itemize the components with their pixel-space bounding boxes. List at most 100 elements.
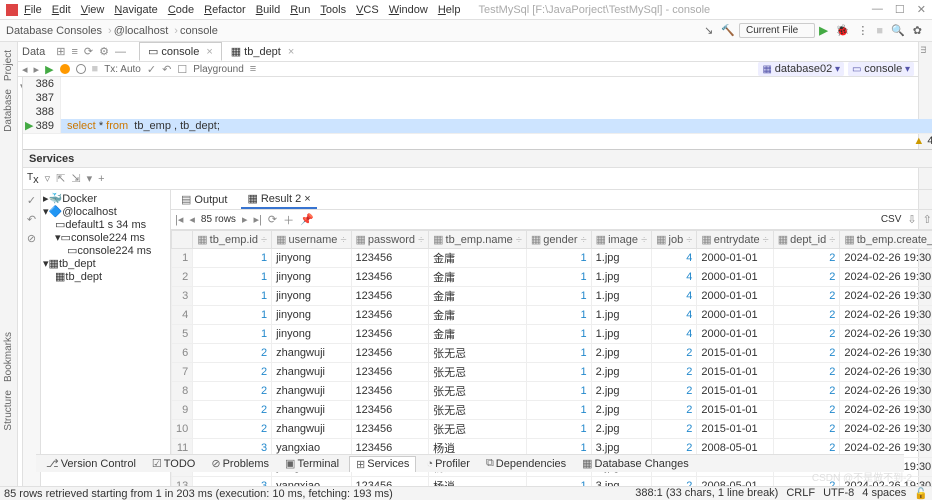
- dot-icon[interactable]: [60, 64, 70, 74]
- reload-icon[interactable]: ⟳: [268, 213, 277, 226]
- lock-icon[interactable]: 🔓: [914, 487, 928, 500]
- hammer-icon[interactable]: ↘: [704, 24, 713, 37]
- close-icon[interactable]: ×: [288, 46, 294, 58]
- run-icon[interactable]: ▶: [819, 24, 827, 37]
- menu-window[interactable]: Window: [389, 4, 428, 16]
- debug-icon[interactable]: 🐞: [836, 24, 850, 37]
- menu-vcs[interactable]: VCS: [356, 4, 379, 16]
- collapse-icon[interactable]: ⇲: [71, 172, 80, 185]
- tab-result[interactable]: ▦ Result 2 ×: [241, 190, 316, 209]
- tree-default[interactable]: ▭default1 s 34 ms: [43, 218, 168, 231]
- new-icon[interactable]: ⊞: [56, 45, 65, 58]
- table-row[interactable]: 11jinyong123456金庸11.jpg42000-01-0122024-…: [172, 249, 932, 268]
- minimize-button[interactable]: —: [872, 3, 883, 16]
- tree-icon[interactable]: ▾: [87, 172, 93, 185]
- filter-icon[interactable]: ▿: [45, 172, 51, 185]
- menu-file[interactable]: File: [24, 4, 42, 16]
- search-icon[interactable]: 🔍: [891, 24, 905, 37]
- table-row[interactable]: 51jinyong123456金庸11.jpg42000-01-0122024-…: [172, 325, 932, 344]
- tree-tbdept[interactable]: ▦tb_dept: [43, 270, 168, 283]
- rollback-icon[interactable]: ↶: [27, 213, 36, 226]
- menu-navigate[interactable]: Navigate: [114, 4, 157, 16]
- project-tab[interactable]: Project: [3, 50, 14, 81]
- commit-icon[interactable]: ✓: [147, 63, 156, 76]
- tab-console[interactable]: ▭console×: [139, 42, 222, 61]
- table-row[interactable]: 62zhangwuji123456张无忌12.jpg22015-01-01220…: [172, 344, 932, 363]
- table-row[interactable]: 82zhangwuji123456张无忌12.jpg22015-01-01220…: [172, 382, 932, 401]
- col-header[interactable]: ▦password ÷: [351, 231, 429, 249]
- cancel-icon[interactable]: ⊘: [27, 232, 36, 245]
- bookmarks-tab[interactable]: Bookmarks: [3, 332, 14, 382]
- more-icon[interactable]: ⋮: [857, 24, 868, 37]
- back-icon[interactable]: ◂: [22, 63, 28, 76]
- export-icon[interactable]: ⇩: [907, 213, 916, 226]
- database-tab[interactable]: Database: [3, 89, 14, 132]
- cursor-pos[interactable]: 388:1 (33 chars, 1 line break): [635, 487, 778, 500]
- pin-icon[interactable]: 📌: [300, 213, 314, 226]
- schema-badge[interactable]: ▦ database02 ▾: [758, 62, 844, 76]
- table-row[interactable]: 72zhangwuji123456张无忌12.jpg22015-01-01220…: [172, 363, 932, 382]
- first-icon[interactable]: |◂: [175, 213, 183, 226]
- tree-console[interactable]: ▾▭console224 ms: [43, 231, 168, 244]
- col-header[interactable]: ▦tb_emp.name ÷: [429, 231, 527, 249]
- menu-tools[interactable]: Tools: [320, 4, 346, 16]
- tab-output[interactable]: ▤ Output: [175, 191, 233, 208]
- playground-select[interactable]: Playground: [193, 64, 244, 75]
- tree-tbdept[interactable]: ▾▦tb_dept: [43, 257, 168, 270]
- tab-deps[interactable]: ⧉ Dependencies: [480, 456, 572, 471]
- tree-console-active[interactable]: ▭console224 ms: [43, 244, 168, 257]
- tab-dbchanges[interactable]: ▦ Database Changes: [576, 456, 695, 471]
- breadcrumb[interactable]: Database Consoles: [6, 25, 102, 37]
- refresh-icon[interactable]: ⟳: [84, 45, 93, 58]
- add-row-icon[interactable]: ＋: [283, 212, 294, 228]
- menu-edit[interactable]: Edit: [52, 4, 71, 16]
- prev-icon[interactable]: ◂: [189, 213, 195, 226]
- import-icon[interactable]: ⇧: [923, 213, 932, 226]
- tab-services[interactable]: ⊞ Services: [349, 456, 416, 472]
- stop-icon[interactable]: ■: [876, 25, 883, 37]
- session-badge[interactable]: ▭ console ▾: [848, 62, 914, 76]
- last-icon[interactable]: ▸|: [253, 213, 261, 226]
- sql-editor[interactable]: select * from tb_emp , tb_dept;: [61, 77, 932, 133]
- settings-icon[interactable]: ✿: [913, 24, 922, 37]
- tab-terminal[interactable]: ▣ Terminal: [279, 456, 345, 471]
- menu-view[interactable]: View: [81, 4, 105, 16]
- stop-icon[interactable]: ■: [92, 63, 99, 75]
- filter-icon[interactable]: ≡: [71, 46, 77, 58]
- col-header[interactable]: ▦username ÷: [272, 231, 351, 249]
- rollback-icon[interactable]: ↶: [162, 63, 171, 76]
- tree-host[interactable]: ▾🔷@localhost: [43, 205, 168, 218]
- menu-help[interactable]: Help: [438, 4, 461, 16]
- tab-todo[interactable]: ☑ TODO: [146, 456, 201, 471]
- tx-mode[interactable]: Tx: Auto: [104, 64, 141, 75]
- table-row[interactable]: 41jinyong123456金庸11.jpg42000-01-0122024-…: [172, 306, 932, 325]
- line-sep[interactable]: CRLF: [786, 487, 815, 500]
- table-row[interactable]: 92zhangwuji123456张无忌12.jpg22015-01-01220…: [172, 401, 932, 420]
- col-header[interactable]: ▦entrydate ÷: [697, 231, 773, 249]
- run-config-selector[interactable]: Current File: [739, 23, 815, 38]
- breadcrumb[interactable]: @localhost: [114, 25, 169, 37]
- csv-select[interactable]: CSV: [881, 214, 902, 225]
- table-row[interactable]: 31jinyong123456金庸11.jpg42000-01-0122024-…: [172, 287, 932, 306]
- export-icon[interactable]: ☐: [177, 63, 187, 76]
- col-header[interactable]: ▦job ÷: [652, 231, 697, 249]
- tab-tbdept[interactable]: ▦tb_dept×: [222, 42, 304, 61]
- tab-profiler[interactable]: ◔ Profiler: [420, 457, 476, 471]
- table-row[interactable]: 102zhangwuji123456张无忌12.jpg22015-01-0122…: [172, 420, 932, 439]
- close-button[interactable]: ✕: [917, 3, 926, 16]
- execute-icon[interactable]: ▶: [45, 63, 53, 76]
- tab-vc[interactable]: ⎇ Version Control: [40, 456, 142, 471]
- col-header[interactable]: ▦dept_id ÷: [773, 231, 840, 249]
- check-icon[interactable]: ✓: [27, 194, 36, 207]
- col-header[interactable]: ▦image ÷: [591, 231, 651, 249]
- menu-code[interactable]: Code: [168, 4, 194, 16]
- structure-tab[interactable]: Structure: [3, 390, 14, 431]
- warnings-badge[interactable]: ▲ 4: [913, 135, 932, 147]
- next-icon[interactable]: ▸: [242, 213, 248, 226]
- encoding[interactable]: UTF-8: [823, 487, 854, 500]
- build-icon[interactable]: 🔨: [721, 24, 735, 37]
- dot-icon[interactable]: [76, 64, 86, 74]
- indent[interactable]: 4 spaces: [862, 487, 906, 500]
- col-header[interactable]: ▦tb_emp.create_time ÷: [840, 231, 932, 249]
- gear-icon[interactable]: ⚙: [99, 45, 109, 58]
